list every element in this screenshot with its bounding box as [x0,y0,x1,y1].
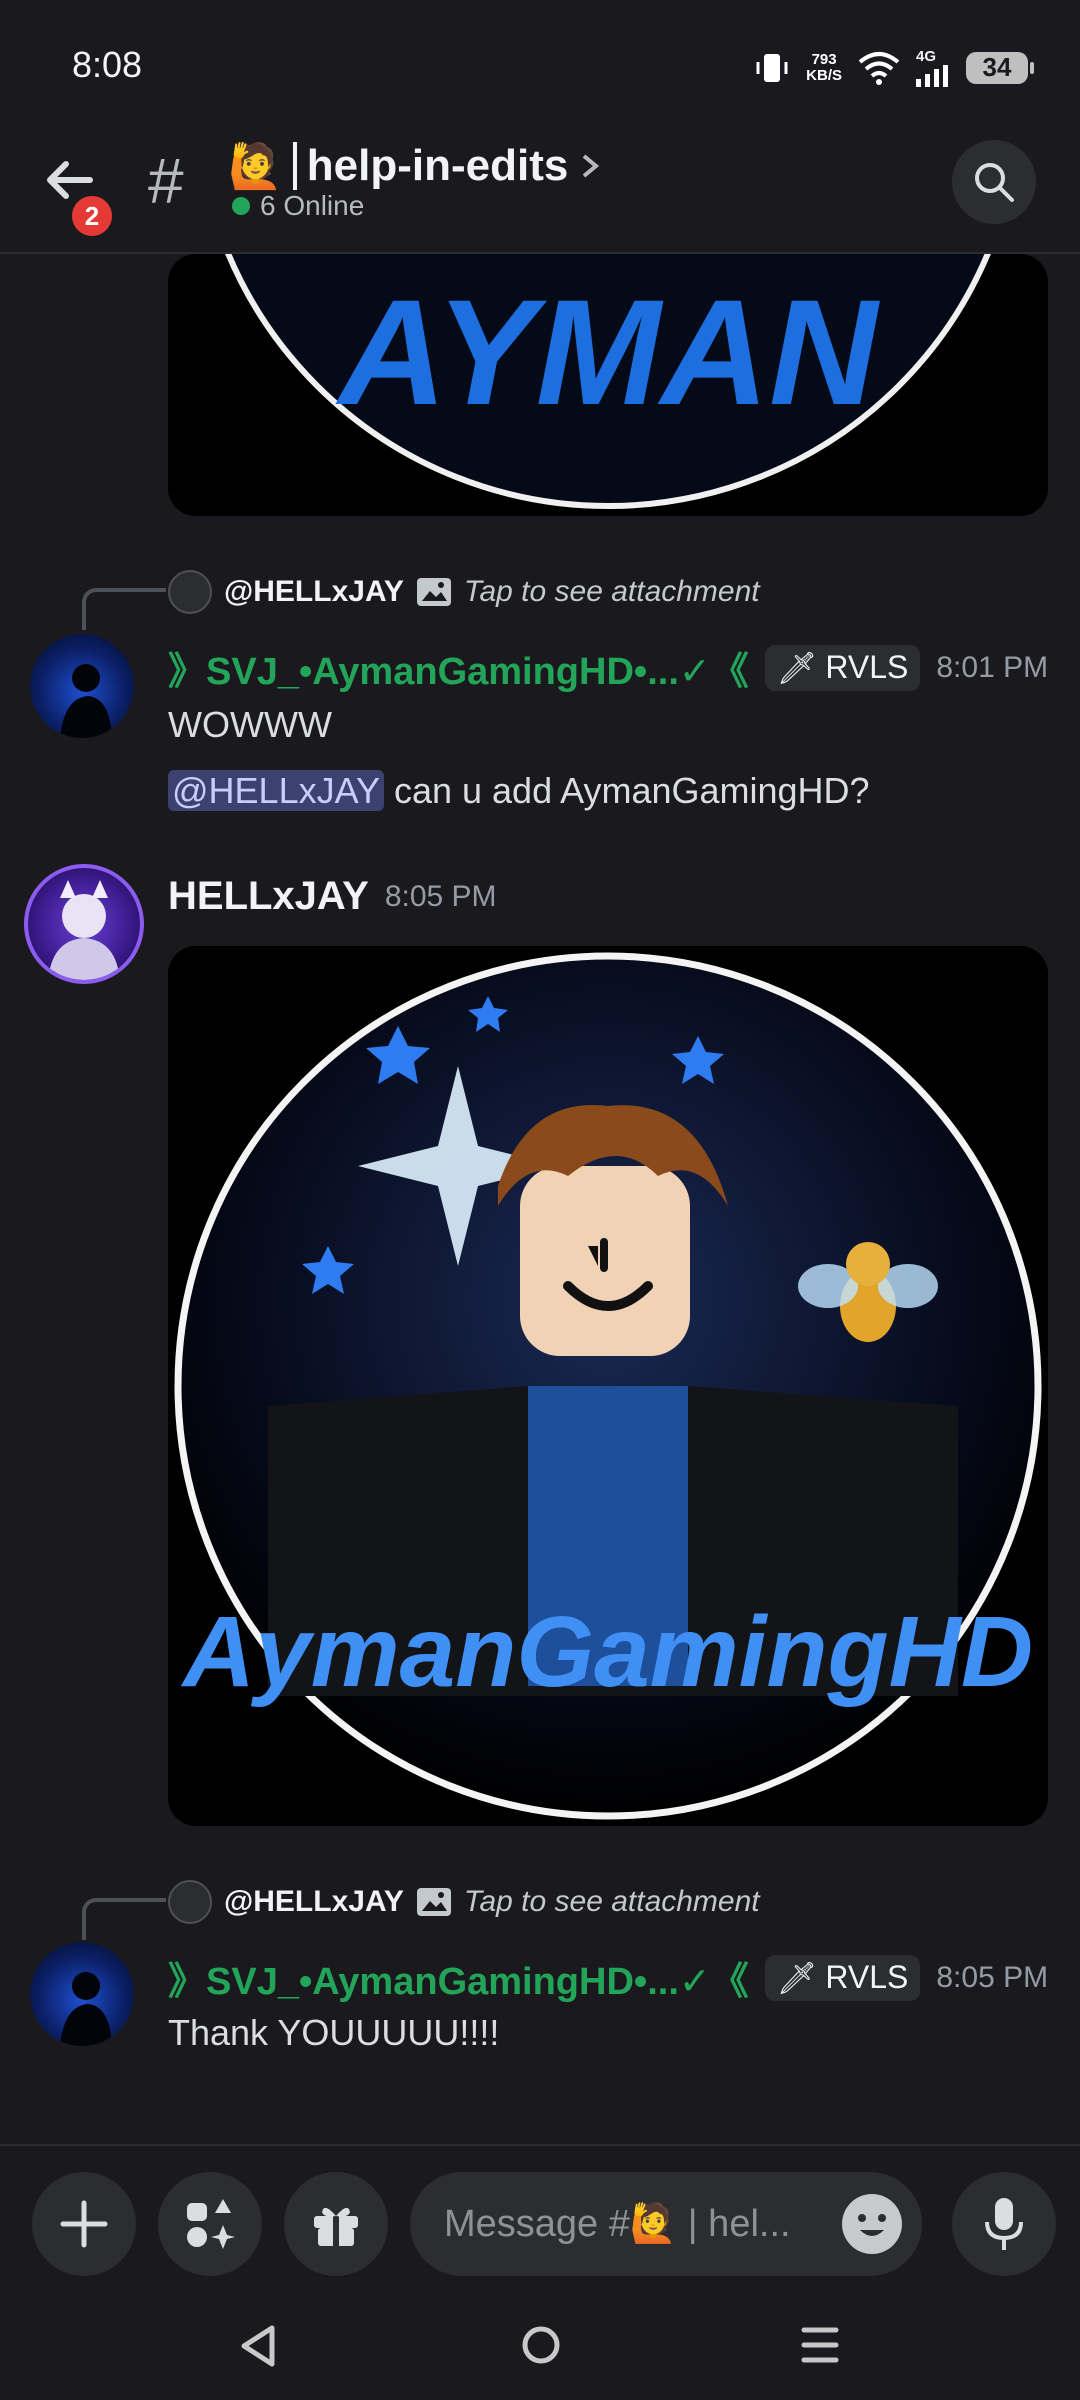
microphone-icon [985,2198,1023,2250]
role-tag[interactable]: 🗡 RVLS [764,644,921,691]
hash-icon: # [148,145,184,217]
attachment-image[interactable]: AymanGamingHD [168,946,1048,1826]
sword-icon: 🗡 [776,1959,818,1996]
signal-icon [916,65,948,87]
search-icon [975,163,1014,202]
message-text: Thank YOUUUUU!!!! [168,2012,500,2053]
reply-connector [82,588,166,630]
network-type: 4G [916,48,937,65]
voice-message-button[interactable] [952,2172,1056,2276]
image-icon [416,1888,451,1916]
channel-header: 2 # 🙋 help-in-edits 6 Online [0,130,1080,254]
online-dot-icon [232,197,250,215]
channel-title[interactable]: 🙋 help-in-edits [228,140,602,192]
unread-badge: 2 [68,192,116,240]
aymangaminghd-image-text: AymanGamingHD [180,1596,1033,1708]
message-header: HELLxJAY 8:05 PM [168,874,497,919]
menu-lines-icon [801,2327,839,2363]
reply-connector [82,1898,166,1940]
message-text: @HELLxJAY can u add AymanGamingHD? [168,770,870,812]
ayman-image-graphic: AYMAN [168,254,1048,516]
reply-author: @HELLxJAY [224,1885,404,1918]
reply-preview[interactable]: @HELLxJAY Tap to see attachment [168,570,760,614]
status-icons: 793 KB/S 4G 34 [754,48,1034,87]
triangle-back-icon [241,2325,275,2367]
reply-hint: Tap to see attachment [463,1885,760,1918]
message-placeholder: Message #🙋 | hel... [444,2203,791,2245]
message-composer: Message #🙋 | hel... [0,2144,1080,2296]
gift-button[interactable] [284,2172,388,2276]
gift-icon [314,2207,358,2246]
author-name[interactable]: HELLxJAY [168,874,369,919]
avatar[interactable] [30,634,134,738]
channel-emoji: 🙋 [228,142,283,191]
battery-indicator: 34 [966,51,1034,84]
status-bar: 8:08 793 KB/S 4G 34 [0,0,1080,130]
emoji-button[interactable] [842,2194,902,2254]
aymangaminghd-image-graphic: AymanGamingHD [168,946,1048,1826]
circle-home-icon [522,2326,560,2364]
message-time: 8:05 PM [384,879,497,913]
role-tag[interactable]: 🗡 RVLS [764,1954,921,2001]
system-nav-bar [0,2294,1080,2400]
message-time: 8:05 PM [936,1960,1049,1994]
channel-name: help-in-edits [306,141,569,190]
sword-icon: 🗡 [776,649,818,686]
author-name[interactable]: 》SVJ_•AymanGamingHD•...✓《 [168,1950,749,2005]
message-time: 8:01 PM [936,650,1049,684]
nav-recents-button[interactable] [800,2324,840,2371]
avatar[interactable] [30,1942,134,2046]
author-name[interactable]: 》SVJ_•AymanGamingHD•...✓《 [168,640,749,695]
ayman-image-text: AYMAN [335,268,881,436]
apps-icon [187,2199,235,2249]
image-icon [416,578,451,606]
message-text: WOWWW [168,704,332,745]
search-button[interactable] [952,140,1036,224]
add-attachment-button[interactable] [32,2172,136,2276]
reply-avatar [168,1880,212,1924]
smiley-icon [858,2214,886,2236]
reply-author: @HELLxJAY [224,575,404,608]
reply-avatar [168,570,212,614]
chevron-right-icon [583,154,600,178]
wifi-icon [858,51,900,85]
channel-divider [292,142,297,190]
message-header: 》SVJ_•AymanGamingHD•...✓《 🗡 RVLS 8:01 PM [168,640,1048,695]
user-mention[interactable]: @HELLxJAY [168,770,384,811]
reply-hint: Tap to see attachment [463,575,760,608]
message-input[interactable]: Message #🙋 | hel... [410,2172,922,2276]
attachment-image-top[interactable]: AYMAN [168,254,1048,516]
nav-back-button[interactable] [238,2324,278,2373]
nav-home-button[interactable] [520,2324,562,2371]
apps-button[interactable] [158,2172,262,2276]
message-header: 》SVJ_•AymanGamingHD•...✓《 🗡 RVLS 8:05 PM [168,1950,1048,2005]
reply-preview[interactable]: @HELLxJAY Tap to see attachment [168,1880,760,1924]
vibrate-icon [756,53,788,82]
online-count: 6 Online [232,190,364,222]
avatar[interactable] [24,864,144,984]
plus-icon [60,2200,108,2248]
net-speed: 793 KB/S [806,50,842,84]
status-time: 8:08 [72,44,143,85]
